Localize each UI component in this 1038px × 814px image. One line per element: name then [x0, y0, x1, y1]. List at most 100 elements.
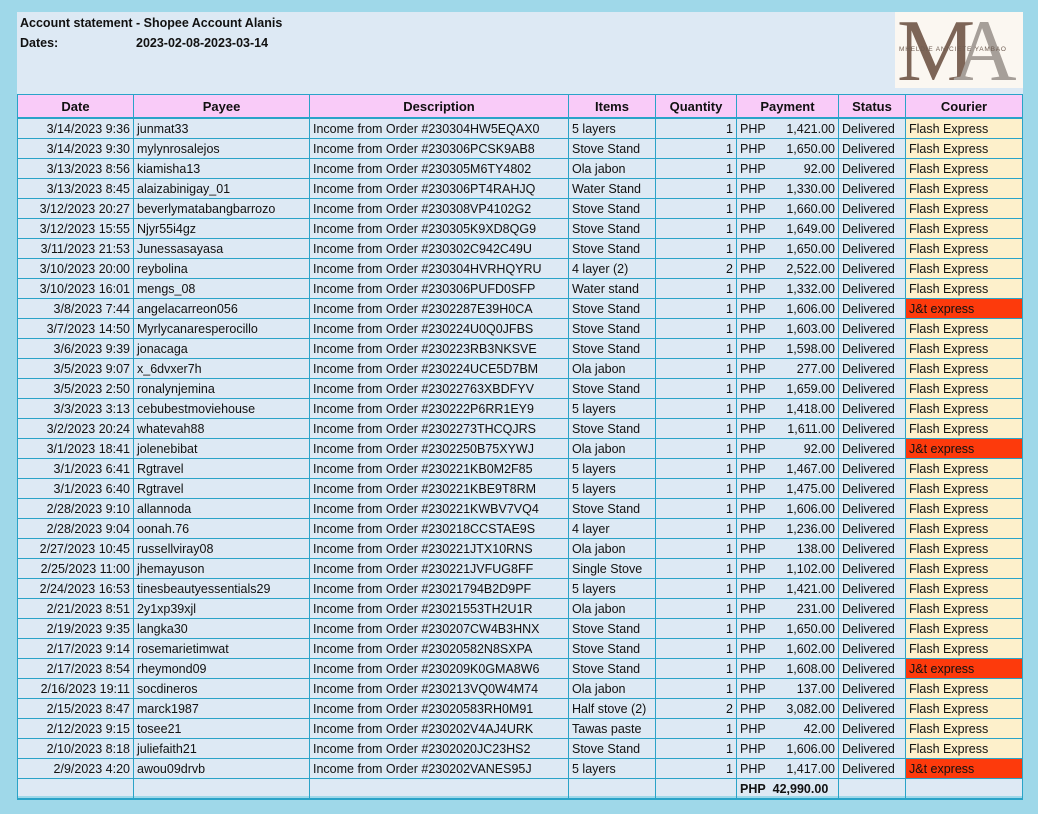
status-cell[interactable]: Delivered	[838, 278, 906, 299]
payee-cell[interactable]: kiamisha13	[133, 158, 310, 179]
description-cell[interactable]: Income from Order #230306PCSK9AB8	[309, 138, 569, 159]
payee-cell[interactable]: x_6dvxer7h	[133, 358, 310, 379]
courier-cell[interactable]: Flash Express	[905, 218, 1023, 239]
empty-cell[interactable]	[568, 778, 656, 800]
items-cell[interactable]: 5 layers	[568, 117, 656, 139]
payment-cell[interactable]: PHP 138.00	[736, 538, 839, 559]
quantity-cell[interactable]: 1	[655, 438, 737, 459]
status-cell[interactable]: Delivered	[838, 518, 906, 539]
payee-cell[interactable]: jolenebibat	[133, 438, 310, 459]
payee-cell[interactable]: junmat33	[133, 117, 310, 139]
items-cell[interactable]: Water Stand	[568, 178, 656, 199]
quantity-cell[interactable]: 1	[655, 658, 737, 679]
column-header-payment[interactable]: Payment	[736, 94, 839, 119]
courier-cell[interactable]: Flash Express	[905, 398, 1023, 419]
payee-cell[interactable]: rosemarietimwat	[133, 638, 310, 659]
payee-cell[interactable]: ronalynjemina	[133, 378, 310, 399]
description-cell[interactable]: Income from Order #23020582N8SXPA	[309, 638, 569, 659]
quantity-cell[interactable]: 1	[655, 278, 737, 299]
payment-cell[interactable]: PHP 1,421.00	[736, 117, 839, 139]
payee-cell[interactable]: Myrlycanaresperocillo	[133, 318, 310, 339]
date-cell[interactable]: 3/3/2023 3:13	[17, 398, 134, 419]
status-cell[interactable]: Delivered	[838, 638, 906, 659]
status-cell[interactable]: Delivered	[838, 158, 906, 179]
payment-cell[interactable]: PHP 1,650.00	[736, 618, 839, 639]
date-cell[interactable]: 2/17/2023 9:14	[17, 638, 134, 659]
quantity-cell[interactable]: 1	[655, 498, 737, 519]
date-cell[interactable]: 2/16/2023 19:11	[17, 678, 134, 699]
items-cell[interactable]: Ola jabon	[568, 358, 656, 379]
items-cell[interactable]: Stove Stand	[568, 498, 656, 519]
items-cell[interactable]: Stove Stand	[568, 198, 656, 219]
payee-cell[interactable]: Rgtravel	[133, 478, 310, 499]
description-cell[interactable]: Income from Order #23021553TH2U1R	[309, 598, 569, 619]
description-cell[interactable]: Income from Order #230305K9XD8QG9	[309, 218, 569, 239]
quantity-cell[interactable]: 1	[655, 618, 737, 639]
items-cell[interactable]: Stove Stand	[568, 138, 656, 159]
quantity-cell[interactable]: 1	[655, 718, 737, 739]
courier-cell[interactable]: Flash Express	[905, 138, 1023, 159]
date-cell[interactable]: 3/12/2023 15:55	[17, 218, 134, 239]
payee-cell[interactable]: russellviray08	[133, 538, 310, 559]
courier-cell[interactable]: Flash Express	[905, 418, 1023, 439]
items-cell[interactable]: Ola jabon	[568, 538, 656, 559]
courier-cell[interactable]: Flash Express	[905, 638, 1023, 659]
items-cell[interactable]: Water stand	[568, 278, 656, 299]
quantity-cell[interactable]: 1	[655, 298, 737, 319]
items-cell[interactable]: Ola jabon	[568, 438, 656, 459]
quantity-cell[interactable]: 1	[655, 598, 737, 619]
courier-cell[interactable]: Flash Express	[905, 718, 1023, 739]
courier-cell[interactable]: Flash Express	[905, 178, 1023, 199]
courier-cell[interactable]: Flash Express	[905, 198, 1023, 219]
courier-cell[interactable]: Flash Express	[905, 378, 1023, 399]
quantity-cell[interactable]: 1	[655, 318, 737, 339]
description-cell[interactable]: Income from Order #23021794B2D9PF	[309, 578, 569, 599]
quantity-cell[interactable]: 1	[655, 358, 737, 379]
payment-cell[interactable]: PHP 92.00	[736, 438, 839, 459]
payee-cell[interactable]: whatevah88	[133, 418, 310, 439]
quantity-cell[interactable]: 1	[655, 558, 737, 579]
payee-cell[interactable]: alaizabinigay_01	[133, 178, 310, 199]
date-cell[interactable]: 3/11/2023 21:53	[17, 238, 134, 259]
empty-cell[interactable]	[905, 778, 1023, 800]
status-cell[interactable]: Delivered	[838, 338, 906, 359]
payee-cell[interactable]: jonacaga	[133, 338, 310, 359]
date-cell[interactable]: 2/28/2023 9:10	[17, 498, 134, 519]
payment-cell[interactable]: PHP 92.00	[736, 158, 839, 179]
payee-cell[interactable]: angelacarreon056	[133, 298, 310, 319]
date-cell[interactable]: 3/10/2023 20:00	[17, 258, 134, 279]
date-cell[interactable]: 2/19/2023 9:35	[17, 618, 134, 639]
items-cell[interactable]: Stove Stand	[568, 298, 656, 319]
description-cell[interactable]: Income from Order #230221KWBV7VQ4	[309, 498, 569, 519]
payee-cell[interactable]: jhemayuson	[133, 558, 310, 579]
status-cell[interactable]: Delivered	[838, 418, 906, 439]
courier-cell[interactable]: Flash Express	[905, 498, 1023, 519]
column-header-date[interactable]: Date	[17, 94, 134, 119]
quantity-cell[interactable]: 1	[655, 338, 737, 359]
quantity-cell[interactable]: 1	[655, 378, 737, 399]
payment-cell[interactable]: PHP 42.00	[736, 718, 839, 739]
payee-cell[interactable]: Junessasayasa	[133, 238, 310, 259]
courier-cell[interactable]: Flash Express	[905, 618, 1023, 639]
items-cell[interactable]: 5 layers	[568, 398, 656, 419]
courier-cell[interactable]: Flash Express	[905, 578, 1023, 599]
quantity-cell[interactable]: 1	[655, 418, 737, 439]
date-cell[interactable]: 2/9/2023 4:20	[17, 758, 134, 779]
description-cell[interactable]: Income from Order #230306PT4RAHJQ	[309, 178, 569, 199]
payment-cell[interactable]: PHP 1,606.00	[736, 738, 839, 759]
date-cell[interactable]: 3/5/2023 9:07	[17, 358, 134, 379]
status-cell[interactable]: Delivered	[838, 678, 906, 699]
payee-cell[interactable]: allannoda	[133, 498, 310, 519]
items-cell[interactable]: Ola jabon	[568, 598, 656, 619]
empty-cell[interactable]	[133, 778, 310, 800]
date-cell[interactable]: 3/1/2023 18:41	[17, 438, 134, 459]
status-cell[interactable]: Delivered	[838, 618, 906, 639]
courier-cell[interactable]: Flash Express	[905, 678, 1023, 699]
column-header-description[interactable]: Description	[309, 94, 569, 119]
status-cell[interactable]: Delivered	[838, 578, 906, 599]
payment-cell[interactable]: PHP 1,475.00	[736, 478, 839, 499]
payee-cell[interactable]: reybolina	[133, 258, 310, 279]
description-cell[interactable]: Income from Order #2302020JC23HS2	[309, 738, 569, 759]
items-cell[interactable]: 5 layers	[568, 578, 656, 599]
status-cell[interactable]: Delivered	[838, 738, 906, 759]
